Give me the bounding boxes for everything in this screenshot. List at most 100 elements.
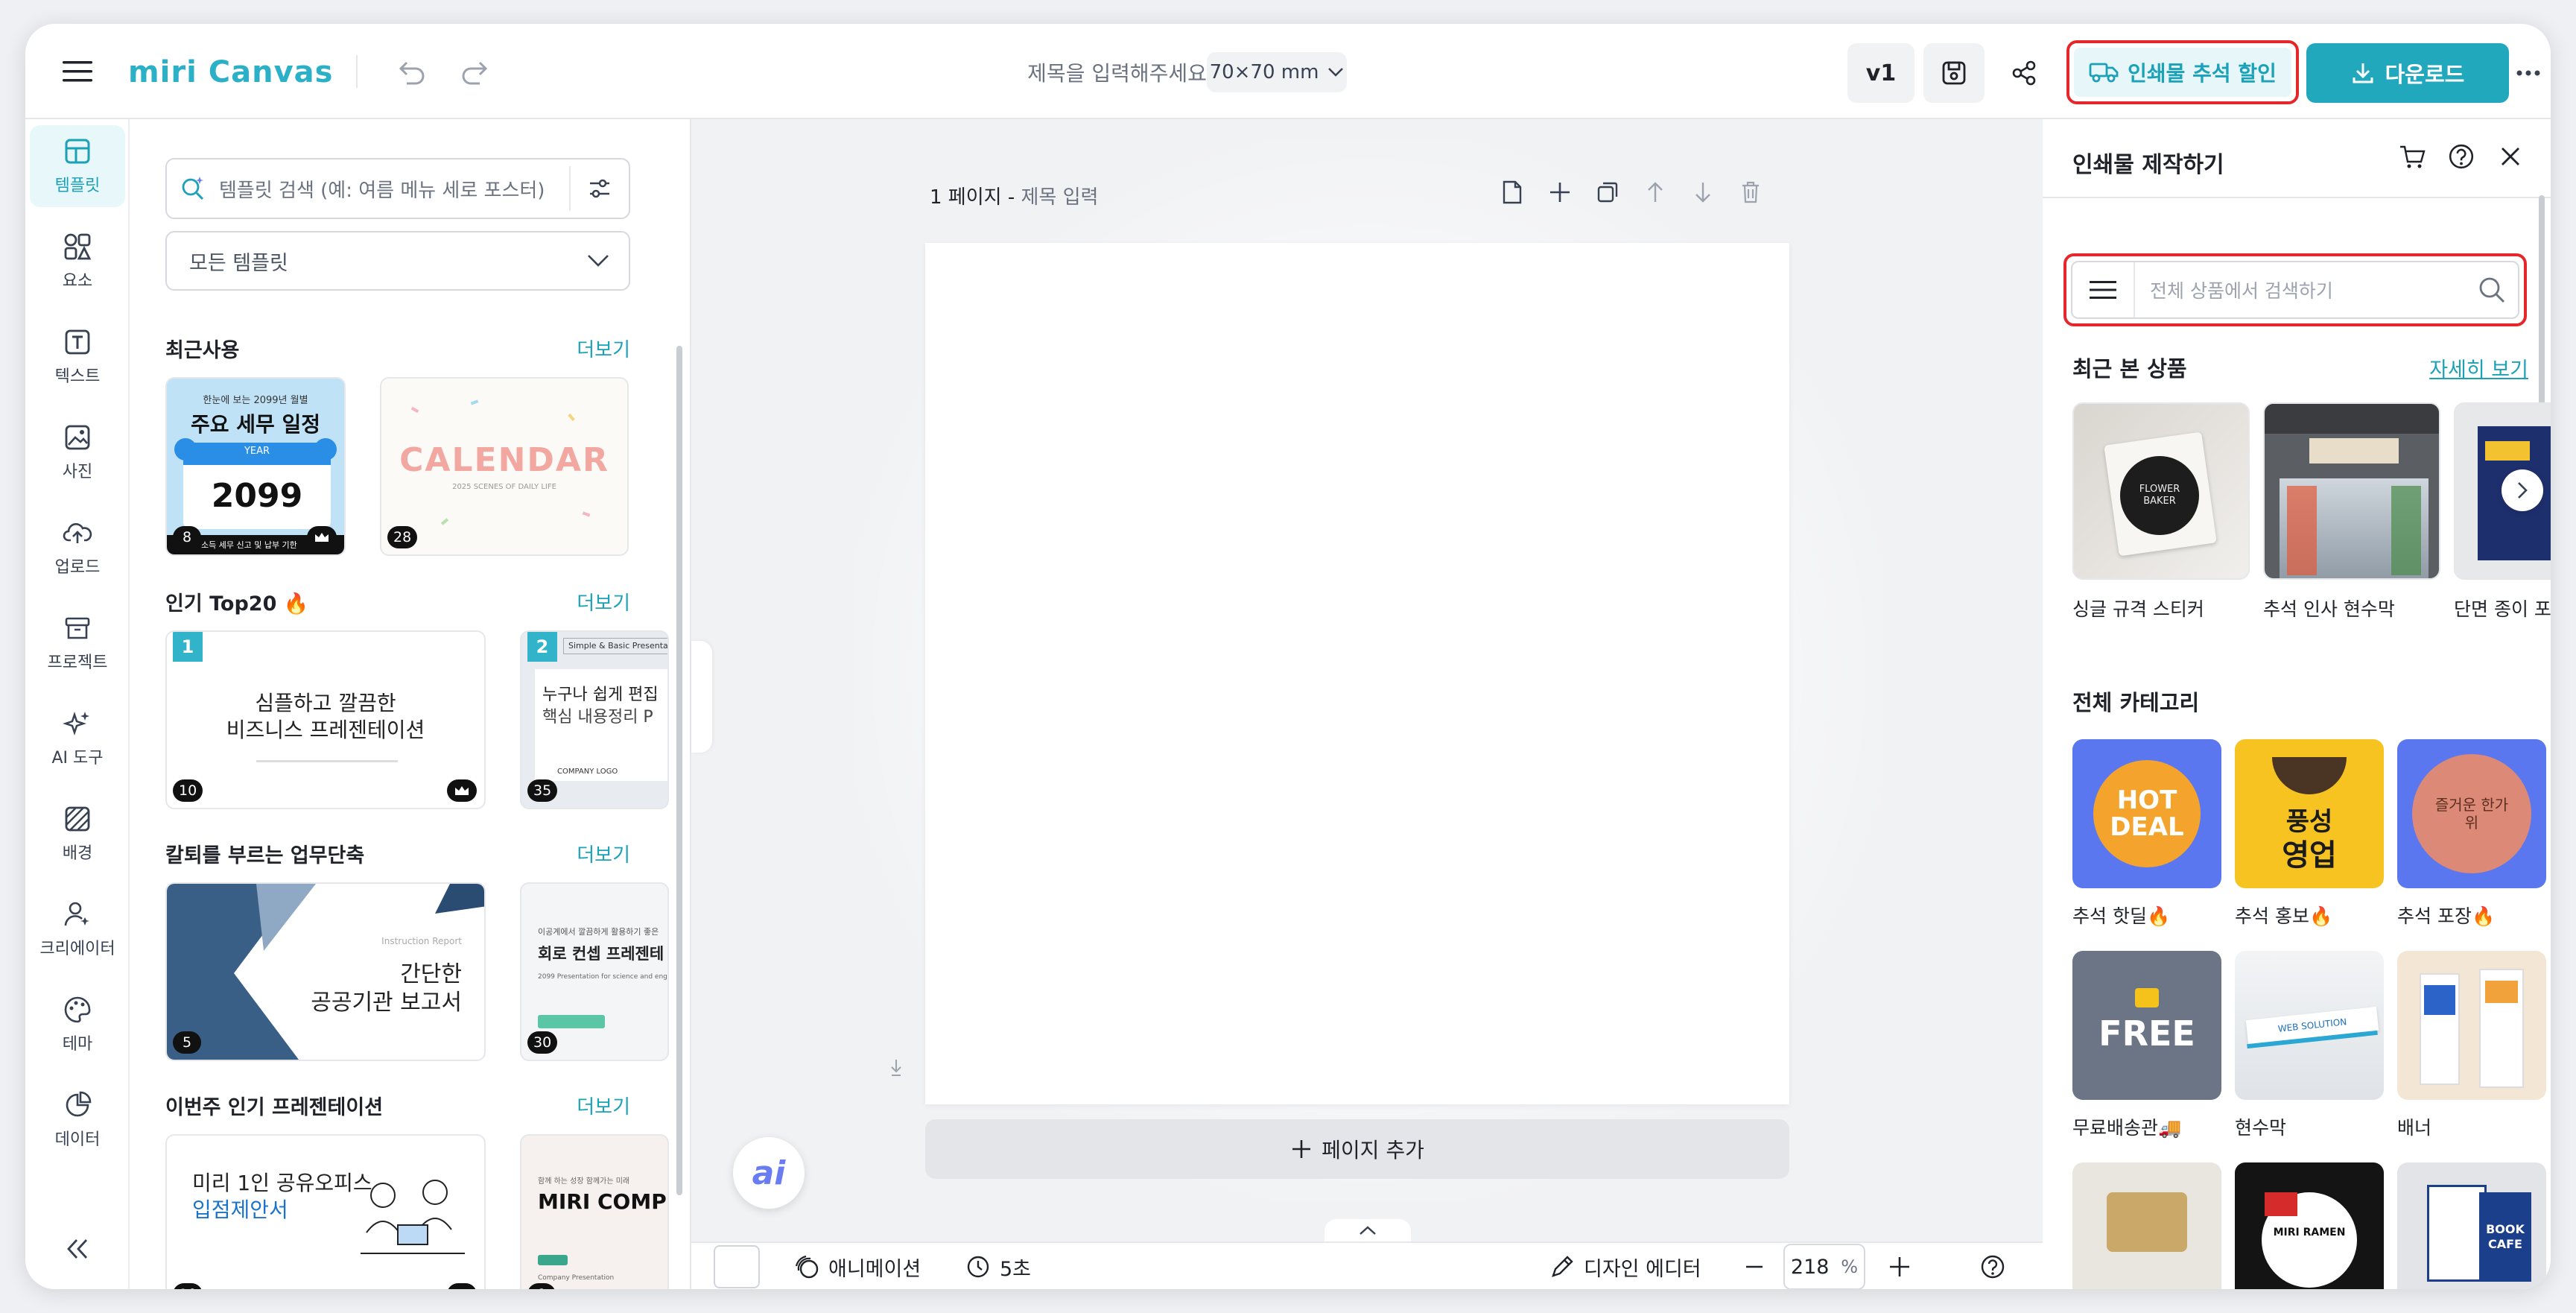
category-item[interactable]: 풍성 영업 추석 홍보🔥 xyxy=(2235,739,2384,928)
move-up-icon[interactable] xyxy=(1639,176,1672,209)
delete-page-icon[interactable] xyxy=(1734,176,1767,209)
product-search-input[interactable]: 전체 상품에서 검색하기 xyxy=(2135,276,2466,303)
rail-item-upload[interactable]: 업로드 xyxy=(25,507,130,589)
category-item[interactable] xyxy=(2072,1162,2221,1289)
design-editor-label: 디자인 에디터 xyxy=(1584,1257,1701,1281)
product-search[interactable]: 전체 상품에서 검색하기 xyxy=(2071,261,2519,319)
zoom-input[interactable]: 218 % xyxy=(1783,1244,1865,1289)
category-item[interactable]: HOT DEAL 추석 핫딜🔥 xyxy=(2072,739,2221,928)
more-link[interactable]: 더보기 xyxy=(577,335,630,362)
design-editor-button[interactable]: 디자인 에디터 xyxy=(1549,1243,1701,1289)
rail-item-background[interactable]: 배경 xyxy=(25,793,130,875)
download-button[interactable]: 다운로드 xyxy=(2306,43,2509,103)
size-selector[interactable]: 70×70 mm xyxy=(1207,52,1347,92)
rail-item-photo[interactable]: 사진 xyxy=(25,411,130,493)
section-title: 칼퇴를 부르는 업무단축 xyxy=(165,844,365,867)
recent-more-link[interactable]: 자세히 보기 xyxy=(2429,353,2528,382)
scroll-to-bottom-icon[interactable] xyxy=(885,1057,907,1079)
help-icon[interactable] xyxy=(2446,142,2476,171)
more-link[interactable]: 더보기 xyxy=(577,588,630,616)
template-card[interactable]: 함께 하는 성장 함께가는 미래 MIRI COMP Company Prese… xyxy=(520,1134,669,1289)
category-menu-icon[interactable] xyxy=(2072,262,2135,317)
category-graphic-text: 풍성 xyxy=(2285,807,2333,837)
carousel-next-icon[interactable] xyxy=(2502,469,2543,511)
rail-item-text[interactable]: 텍스트 xyxy=(25,316,130,398)
template-card[interactable]: 한눈에 보는 2099년 월별 주요 세무 일정 YEAR 2099 소득 세무… xyxy=(165,377,346,556)
rail-item-elements[interactable]: 요소 xyxy=(25,221,130,303)
page-count-badge: 8 xyxy=(173,526,201,548)
version-button[interactable]: v1 xyxy=(1847,43,1914,103)
undo-icon[interactable] xyxy=(390,51,432,92)
template-card[interactable]: 미리 1인 공유오피스 입점제안서 10 xyxy=(165,1134,486,1289)
category-graphic-text: BOOK CAFE xyxy=(2479,1192,2531,1282)
rail-item-theme[interactable]: 테마 xyxy=(25,984,130,1066)
project-icon xyxy=(65,617,90,639)
template-scrollbar[interactable] xyxy=(676,346,682,1195)
search-icon[interactable] xyxy=(2466,275,2518,305)
recent-product[interactable]: 추석 인사 현수막 xyxy=(2263,402,2440,621)
template-filter-select[interactable]: 모든 템플릿 xyxy=(165,231,630,291)
redo-icon[interactable] xyxy=(454,51,496,92)
animation-icon xyxy=(795,1255,819,1279)
cart-icon[interactable] xyxy=(2397,142,2427,171)
category-item[interactable]: WEB SOLUTION 현수막 xyxy=(2235,951,2384,1140)
category-item[interactable]: FREE 무료배송관🚚 xyxy=(2072,951,2221,1140)
page-notes-icon[interactable] xyxy=(1496,176,1529,209)
zoom-out-icon[interactable] xyxy=(1743,1243,1766,1289)
zoom-in-icon[interactable] xyxy=(1888,1243,1912,1289)
category-item[interactable]: BOOK CAFE xyxy=(2397,1162,2546,1289)
crown-icon xyxy=(447,779,477,802)
search-sparkle-icon xyxy=(182,177,204,200)
category-item[interactable]: MIRI RAMEN xyxy=(2235,1162,2384,1289)
ai-assistant-button[interactable]: ai xyxy=(733,1137,805,1209)
design-page-canvas[interactable] xyxy=(925,243,1789,1104)
category-name: 배너 xyxy=(2397,1117,2432,1139)
ai-tools-icon xyxy=(63,712,89,735)
category-item[interactable]: 배너 xyxy=(2397,951,2546,1140)
template-card[interactable]: 2 Simple & Basic Presentation 누구나 쉽게 편집 … xyxy=(520,630,669,809)
filter-icon[interactable] xyxy=(569,166,629,211)
help-icon[interactable] xyxy=(1980,1243,2005,1289)
duplicate-page-icon[interactable] xyxy=(1591,176,1624,209)
category-item[interactable]: 즐거운 한가위 추석 포장🔥 xyxy=(2397,739,2546,928)
recent-product[interactable]: 단면 종이 포 xyxy=(2454,402,2551,621)
rail-item-creator[interactable]: 크리에이터 xyxy=(25,888,130,970)
print-promo-button[interactable]: 인쇄물 추석 할인 xyxy=(2066,40,2299,104)
animation-button[interactable]: 애니메이션 xyxy=(794,1243,921,1289)
template-search[interactable]: 템플릿 검색 (예: 여름 메뉴 세로 포스터) xyxy=(165,158,630,219)
more-link[interactable]: 더보기 xyxy=(577,1092,630,1119)
page-count-badge: 10 xyxy=(173,779,203,802)
add-page-button[interactable]: 페이지 추가 xyxy=(925,1119,1789,1179)
more-options-icon[interactable] xyxy=(2506,43,2551,103)
promo-label: 인쇄물 추석 할인 xyxy=(2128,61,2277,86)
collapse-rail-icon[interactable] xyxy=(55,1227,100,1271)
template-card[interactable]: CALENDAR 2025 SCENES OF DAILY LIFE 28 xyxy=(380,377,629,556)
card-text: YEAR xyxy=(244,446,270,457)
app-logo[interactable]: miri Canvas xyxy=(128,54,333,91)
save-icon[interactable] xyxy=(1923,43,1985,103)
recent-product[interactable]: FLOWER BAKER 싱글 규격 스티커 xyxy=(2072,402,2250,621)
template-search-input[interactable]: 템플릿 검색 (예: 여름 메뉴 세로 포스터) xyxy=(219,175,569,203)
template-card[interactable]: 1 심플하고 깔끔한 비즈니스 프레젠테이션 10 xyxy=(165,630,486,809)
hamburger-menu-icon[interactable] xyxy=(55,49,100,94)
template-card[interactable]: 이공계에서 깔끔하게 활용하기 좋은 회로 컨셉 프레젠테 2099 Prese… xyxy=(520,882,669,1061)
add-page-icon[interactable] xyxy=(1544,176,1576,209)
page-title-input[interactable]: 제목 입력 xyxy=(1021,186,1098,209)
close-icon[interactable] xyxy=(2496,142,2525,171)
rail-item-template[interactable]: 템플릿 xyxy=(30,125,125,207)
page-number: 1 페이지 - xyxy=(930,186,1015,209)
expand-timeline-icon[interactable] xyxy=(1325,1219,1411,1241)
print-panel-title: 인쇄물 제작하기 xyxy=(2072,152,2224,178)
move-down-icon[interactable] xyxy=(1687,176,1719,209)
template-card[interactable]: Instruction Report 간단한 공공기관 보고서 5 xyxy=(165,882,486,1061)
rail-item-project[interactable]: 프로젝트 xyxy=(25,602,130,684)
share-icon[interactable] xyxy=(1993,43,2055,103)
duration-button[interactable]: 5초 xyxy=(965,1243,1031,1289)
panel-collapse-handle[interactable] xyxy=(691,641,712,753)
background-color-swatch[interactable] xyxy=(714,1243,760,1289)
more-link[interactable]: 더보기 xyxy=(577,840,630,867)
zoom-value: 218 xyxy=(1790,1255,1830,1279)
top-bar: miri Canvas 제목을 입력해주세요. 70×70 mm v1 인쇄물 … xyxy=(25,24,2551,119)
rail-item-ai-tools[interactable]: AI 도구 xyxy=(25,697,130,779)
rail-item-data[interactable]: 데이터 xyxy=(25,1079,130,1161)
